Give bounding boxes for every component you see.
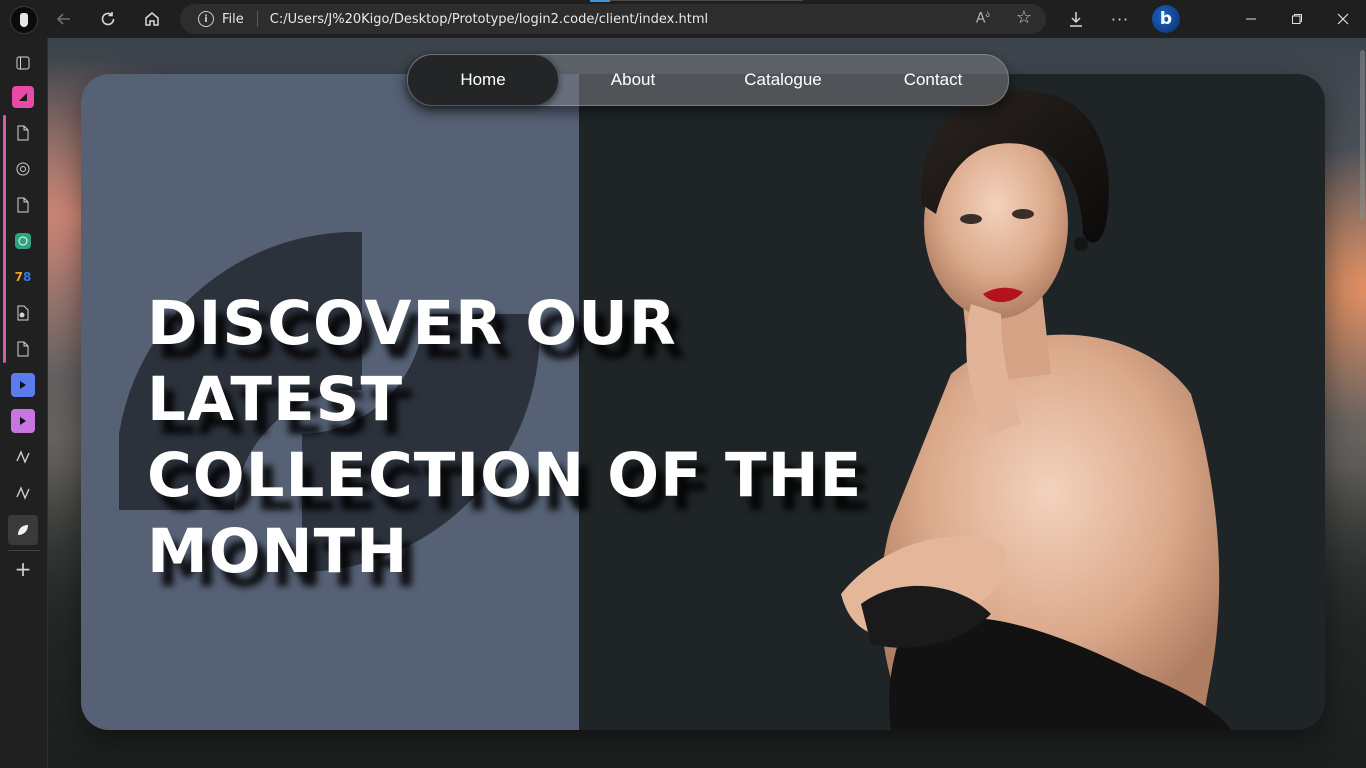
downloads-icon[interactable]	[1061, 5, 1091, 33]
hero-headline: DISCOVER OUR LATEST COLLECTION OF THE MO…	[147, 286, 927, 590]
back-icon[interactable]	[49, 5, 79, 33]
hero-card: DISCOVER OUR LATEST COLLECTION OF THE MO…	[81, 74, 1325, 730]
purple-arrow-icon[interactable]	[10, 408, 36, 434]
headline-line-3: MONTH	[147, 516, 409, 587]
profile-avatar[interactable]	[10, 6, 38, 34]
page-icon[interactable]	[10, 336, 36, 362]
leaf-icon[interactable]	[8, 515, 38, 545]
page-settings-icon[interactable]	[10, 300, 36, 326]
tab-strip-line	[610, 0, 803, 1]
scrollbar-thumb[interactable]	[1360, 50, 1365, 220]
profile-mask-icon	[20, 13, 28, 27]
home-icon[interactable]	[137, 5, 167, 33]
bing-icon[interactable]: b	[1152, 5, 1180, 33]
sidebar-divider	[8, 550, 40, 551]
more-icon[interactable]: ···	[1105, 5, 1135, 33]
openai-icon[interactable]	[10, 156, 36, 182]
active-tab-indicator	[590, 0, 610, 2]
favorite-star-icon[interactable]: ☆	[1016, 7, 1032, 28]
nav-catalogue[interactable]: Catalogue	[708, 55, 858, 105]
headline-line-1: DISCOVER OUR LATEST	[147, 288, 677, 435]
main-nav: Home About Catalogue Contact	[407, 54, 1009, 106]
restore-icon[interactable]	[1274, 6, 1320, 32]
tab-group-indicator	[3, 115, 6, 363]
add-icon[interactable]: +	[10, 556, 36, 582]
headline-line-2: COLLECTION OF THE	[147, 440, 863, 511]
refresh-icon[interactable]	[93, 5, 123, 33]
page-scrollbar[interactable]	[1358, 38, 1366, 768]
nav-home[interactable]: Home	[408, 55, 558, 105]
tab-actions-icon[interactable]	[10, 50, 36, 76]
wave-icon[interactable]	[10, 480, 36, 506]
wave-icon[interactable]	[10, 444, 36, 470]
address-separator	[256, 11, 258, 27]
minimize-icon[interactable]	[1228, 6, 1274, 32]
collection-pink-icon[interactable]	[10, 84, 36, 110]
browser-toolbar: i File C:/Users/J%20Kigo/Desktop/Prototy…	[0, 0, 1366, 38]
nav-contact[interactable]: Contact	[858, 55, 1008, 105]
nav-about[interactable]: About	[558, 55, 708, 105]
app-icon[interactable]: 78	[10, 264, 36, 290]
page-icon[interactable]	[10, 120, 36, 146]
chatgpt-icon[interactable]	[10, 228, 36, 254]
web-viewport: DISCOVER OUR LATEST COLLECTION OF THE MO…	[48, 38, 1366, 768]
blue-arrow-icon[interactable]	[10, 372, 36, 398]
vertical-tabs-sidebar: 78 +	[0, 38, 48, 768]
read-aloud-icon[interactable]: Aა	[976, 10, 990, 27]
page-icon[interactable]	[10, 192, 36, 218]
close-icon[interactable]	[1320, 6, 1366, 32]
address-bar[interactable]: i File C:/Users/J%20Kigo/Desktop/Prototy…	[180, 4, 1046, 34]
url-text[interactable]: C:/Users/J%20Kigo/Desktop/Prototype/logi…	[270, 12, 708, 27]
site-info-icon[interactable]: i	[198, 11, 214, 27]
protocol-label: File	[222, 11, 244, 27]
